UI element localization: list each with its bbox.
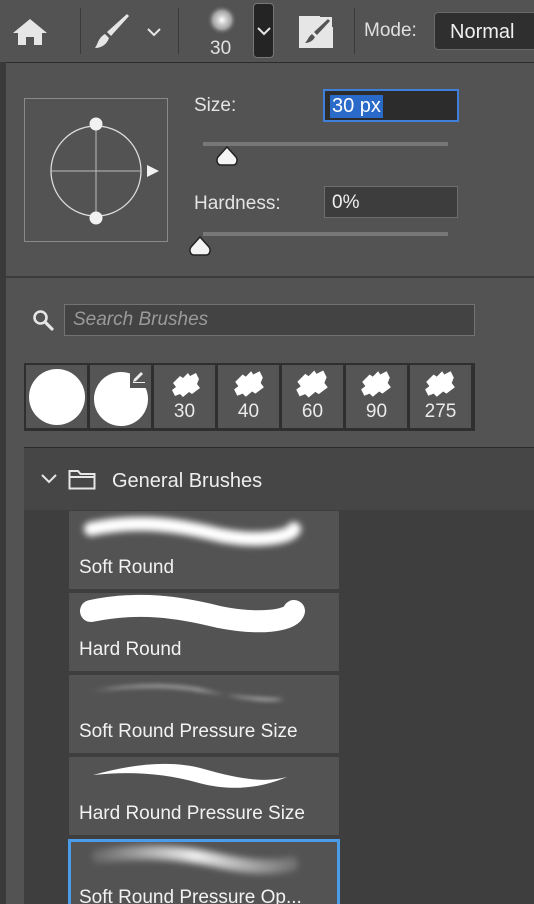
- divider: [6, 276, 534, 278]
- hardness-label: Hardness:: [194, 193, 281, 214]
- separator: [354, 8, 355, 54]
- brush-tip-preview[interactable]: [24, 98, 168, 242]
- brush-tip-thumbnail: [361, 371, 391, 397]
- brush-item-soft-round[interactable]: Soft Round: [69, 511, 339, 589]
- brush-preview-icon[interactable]: [205, 4, 239, 36]
- search-icon: [33, 310, 54, 331]
- options-bar: 30 Mode: Normal: [0, 0, 534, 62]
- recent-brush-90[interactable]: 90: [346, 365, 407, 428]
- brush-tip-thumbnail: [234, 371, 264, 397]
- folder-icon: [68, 470, 96, 490]
- recent-brushes-strip: 30 40 60 90 275: [24, 363, 475, 431]
- brush-size-readout: 30: [210, 38, 232, 59]
- brush-stroke-preview: [80, 594, 305, 633]
- separator: [178, 8, 179, 54]
- brush-settings-icon[interactable]: [298, 13, 334, 49]
- brush-tip-thumbnail: [172, 373, 200, 397]
- brush-item-soft-round-pressure-size[interactable]: Soft Round Pressure Size: [69, 675, 339, 753]
- brush-tool-icon[interactable]: [94, 12, 130, 50]
- hardness-slider-thumb[interactable]: [188, 235, 212, 257]
- size-field[interactable]: 30 px: [323, 89, 459, 122]
- search-brushes-input[interactable]: [64, 304, 475, 336]
- recent-brush-custom[interactable]: [90, 365, 151, 428]
- mode-label: Mode:: [364, 20, 417, 41]
- separator: [80, 8, 81, 54]
- brush-stroke-preview: [93, 763, 287, 788]
- brush-item-hard-round[interactable]: Hard Round: [69, 593, 339, 671]
- brush-tip-thumbnail: [296, 370, 328, 398]
- size-slider-track[interactable]: [203, 142, 448, 146]
- size-label: Size:: [194, 95, 237, 116]
- hardness-slider-track[interactable]: [203, 232, 448, 236]
- brush-preset-panel: Size: 30 px Hardness: 0% Search Brushes …: [6, 62, 534, 904]
- brush-group-general[interactable]: General Brushes: [24, 448, 534, 510]
- brush-tip-thumbnail: [425, 371, 455, 397]
- home-icon[interactable]: [12, 18, 48, 46]
- brush-stroke-preview: [92, 845, 298, 874]
- brush-tip-thumbnail: [29, 369, 85, 425]
- brush-item-soft-round-pressure-opacity[interactable]: Soft Round Pressure Op...: [68, 839, 340, 904]
- brush-list: General Brushes Soft Round Hard Round So…: [24, 447, 534, 904]
- brush-preset-picker-button[interactable]: [253, 3, 274, 58]
- recent-brush-275[interactable]: 275: [410, 365, 471, 428]
- brush-stroke-preview: [84, 516, 301, 546]
- recent-brush-60[interactable]: 60: [282, 365, 343, 428]
- brush-stroke-preview: [91, 685, 284, 701]
- recent-brush-40[interactable]: 40: [218, 365, 279, 428]
- brush-angle-roundness-control[interactable]: [25, 99, 169, 243]
- recent-brush-30[interactable]: 30: [154, 365, 215, 428]
- pencil-icon: [133, 372, 145, 383]
- brush-group-title: General Brushes: [112, 470, 263, 492]
- size-slider-thumb[interactable]: [215, 145, 239, 167]
- size-value: 30 px: [330, 95, 383, 118]
- chevron-down-icon[interactable]: [40, 472, 58, 486]
- brush-item-hard-round-pressure-size[interactable]: Hard Round Pressure Size: [69, 757, 339, 835]
- recent-brush-hard-round[interactable]: [26, 365, 87, 428]
- mode-dropdown[interactable]: Normal: [434, 12, 534, 50]
- chevron-down-icon[interactable]: [146, 27, 162, 37]
- chevron-down-icon: [257, 27, 271, 36]
- hardness-field[interactable]: 0%: [324, 186, 458, 218]
